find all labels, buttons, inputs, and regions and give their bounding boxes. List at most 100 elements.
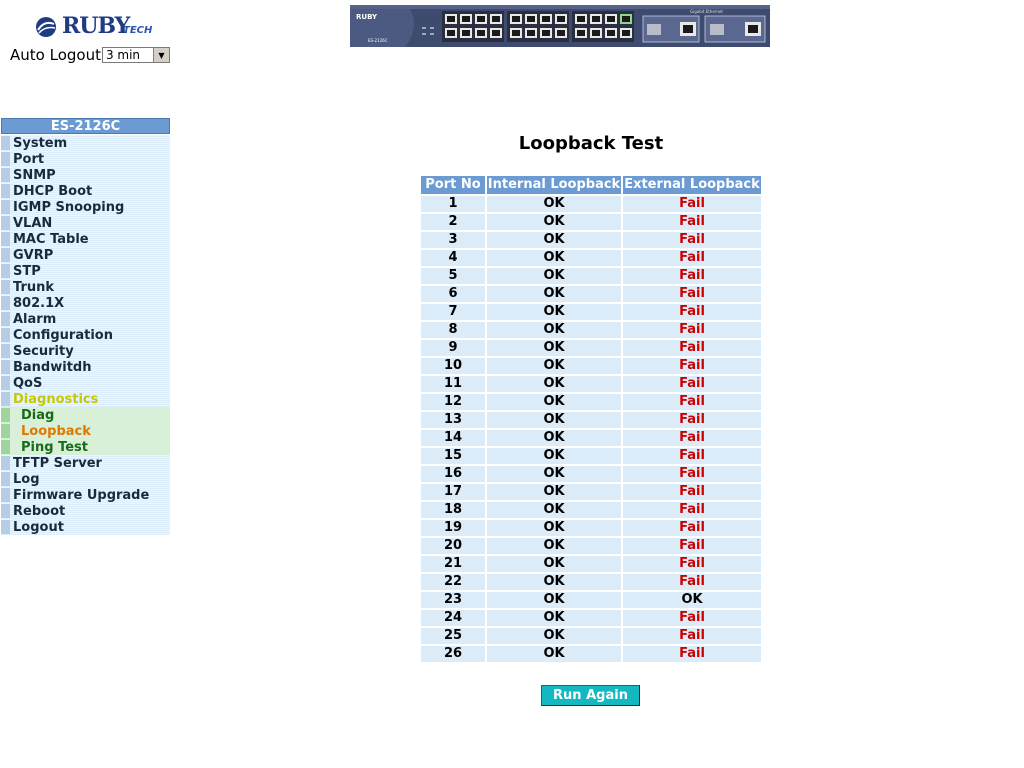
globe-logo-icon (36, 17, 56, 37)
sidebar-item-port[interactable]: Port (1, 151, 170, 167)
external-loopback-cell: Fail (623, 484, 761, 500)
sidebar-item-logout[interactable]: Logout (1, 519, 170, 535)
port-number-cell: 21 (421, 556, 485, 572)
port-number-cell: 20 (421, 538, 485, 554)
internal-loopback-cell: OK (487, 448, 621, 464)
sidebar-item-label: Ping Test (21, 439, 88, 455)
nav-marker-icon (1, 440, 10, 454)
sidebar-item-label: Logout (13, 519, 64, 535)
sidebar-subitem-loopback[interactable]: Loopback (1, 423, 170, 439)
table-row: 15 OK Fail (421, 448, 761, 466)
nav-marker-icon (1, 328, 10, 342)
sidebar-item-label: Port (13, 151, 45, 167)
sidebar-item-tftp-server[interactable]: TFTP Server (1, 455, 170, 471)
port-number-cell: 11 (421, 376, 485, 392)
gigabit-module-1 (642, 15, 700, 43)
auto-logout-label: Auto Logout (10, 46, 101, 64)
table-row: 9 OK Fail (421, 340, 761, 358)
chevron-down-icon[interactable]: ▼ (152, 48, 169, 62)
internal-loopback-cell: OK (487, 610, 621, 626)
internal-loopback-cell: OK (487, 574, 621, 590)
table-row: 14 OK Fail (421, 430, 761, 448)
external-loopback-cell: Fail (623, 340, 761, 356)
run-again-button[interactable]: Run Again (541, 685, 640, 706)
nav-marker-icon (1, 312, 10, 326)
port-number-cell: 24 (421, 610, 485, 626)
port-number-cell: 19 (421, 520, 485, 536)
internal-loopback-cell: OK (487, 430, 621, 446)
sidebar-item-mac-table[interactable]: MAC Table (1, 231, 170, 247)
sidebar-nav: System Port SNMP DHCP Boot IGMP Snooping… (1, 135, 170, 535)
sidebar-item-firmware-upgrade[interactable]: Firmware Upgrade (1, 487, 170, 503)
internal-loopback-cell: OK (487, 592, 621, 608)
sidebar-item-system[interactable]: System (1, 135, 170, 151)
external-loopback-cell: Fail (623, 520, 761, 536)
external-loopback-cell: Fail (623, 268, 761, 284)
nav-marker-icon (1, 424, 10, 438)
sidebar-item-label: MAC Table (13, 231, 89, 247)
external-loopback-cell: Fail (623, 376, 761, 392)
sidebar-item-trunk[interactable]: Trunk (1, 279, 170, 295)
internal-loopback-cell: OK (487, 376, 621, 392)
table-row: 16 OK Fail (421, 466, 761, 484)
sidebar-item-diagnostics[interactable]: Diagnostics (1, 391, 170, 407)
page-title: Loopback Test (518, 133, 664, 154)
sidebar-item-label: System (13, 135, 68, 151)
port-number-cell: 9 (421, 340, 485, 356)
sidebar-subitem-diag[interactable]: Diag (1, 407, 170, 423)
nav-marker-icon (1, 504, 10, 518)
sidebar-item-snmp[interactable]: SNMP (1, 167, 170, 183)
sidebar-item-label: Trunk (13, 279, 55, 295)
external-loopback-cell: Fail (623, 574, 761, 590)
table-body: 1 OK Fail 2 OK Fail 3 OK Fail 4 OK Fail 5 OK Fail 6 OK Fa… (421, 196, 761, 664)
table-row: 2 OK Fail (421, 214, 761, 232)
auto-logout: Auto Logout 3 min ▼ (10, 46, 170, 64)
sidebar-item-log[interactable]: Log (1, 471, 170, 487)
sidebar-item-stp[interactable]: STP (1, 263, 170, 279)
column-header-port-no: Port No (421, 176, 485, 194)
table-row: 26 OK Fail (421, 646, 761, 664)
table-row: 4 OK Fail (421, 250, 761, 268)
port-number-cell: 15 (421, 448, 485, 464)
external-loopback-cell: Fail (623, 502, 761, 518)
sidebar-item-label: GVRP (13, 247, 54, 263)
table-row: 22 OK Fail (421, 574, 761, 592)
sidebar-item-qos[interactable]: QoS (1, 375, 170, 391)
port-number-cell: 16 (421, 466, 485, 482)
port-number-cell: 1 (421, 196, 485, 212)
sidebar-item-label: QoS (13, 375, 43, 391)
internal-loopback-cell: OK (487, 286, 621, 302)
column-header-external-loopback: External Loopback (623, 176, 761, 194)
nav-marker-icon (1, 408, 10, 422)
auto-logout-select[interactable]: 3 min ▼ (101, 47, 170, 63)
internal-loopback-cell: OK (487, 214, 621, 230)
sidebar-item-label: Loopback (21, 423, 91, 439)
sidebar-item-vlan[interactable]: VLAN (1, 215, 170, 231)
port-number-cell: 6 (421, 286, 485, 302)
sidebar-item-gvrp[interactable]: GVRP (1, 247, 170, 263)
nav-marker-icon (1, 184, 10, 198)
table-row: 13 OK Fail (421, 412, 761, 430)
sidebar-item-8021x[interactable]: 802.1X (1, 295, 170, 311)
table-row: 8 OK Fail (421, 322, 761, 340)
internal-loopback-cell: OK (487, 502, 621, 518)
port-number-cell: 25 (421, 628, 485, 644)
sidebar-item-igmp-snooping[interactable]: IGMP Snooping (1, 199, 170, 215)
nav-marker-icon (1, 280, 10, 294)
sidebar-item-security[interactable]: Security (1, 343, 170, 359)
nav-marker-icon (1, 520, 10, 534)
external-loopback-cell: Fail (623, 538, 761, 554)
sidebar-subitem-ping-test[interactable]: Ping Test (1, 439, 170, 455)
ports-block-2 (507, 11, 569, 42)
sidebar-item-reboot[interactable]: Reboot (1, 503, 170, 519)
sidebar-item-label: DHCP Boot (13, 183, 93, 199)
sidebar-item-bandwidth[interactable]: Bandwitdh (1, 359, 170, 375)
sidebar-item-dhcp-boot[interactable]: DHCP Boot (1, 183, 170, 199)
sidebar-item-alarm[interactable]: Alarm (1, 311, 170, 327)
nav-marker-icon (1, 152, 10, 166)
device-brand-label: RUBY (356, 13, 378, 21)
sidebar-item-configuration[interactable]: Configuration (1, 327, 170, 343)
table-row: 6 OK Fail (421, 286, 761, 304)
external-loopback-cell: Fail (623, 628, 761, 644)
sidebar-item-label: Alarm (13, 311, 57, 327)
